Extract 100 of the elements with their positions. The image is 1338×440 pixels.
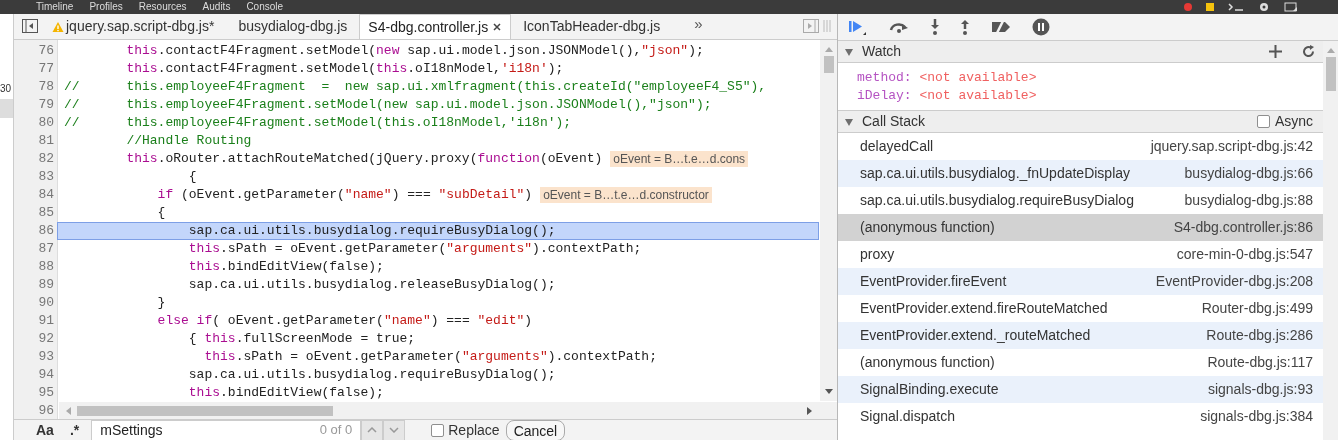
line-number[interactable]: 89	[14, 276, 57, 294]
code-line: this.sPath = oEvent.getParameter("arguments").contextPath;	[187, 240, 642, 258]
panel-tab[interactable]: Audits	[202, 1, 231, 13]
dock-icon[interactable]	[1284, 2, 1298, 12]
vertical-scrollbar[interactable]	[820, 40, 837, 401]
editor-tab[interactable]: jquery.sap.script-dbg.js*	[40, 14, 227, 39]
line-number[interactable]: 92	[14, 330, 57, 348]
replace-checkbox[interactable]	[431, 423, 445, 437]
call-frame[interactable]: SignalBinding.execute signals-dbg.js:93	[838, 376, 1323, 403]
frame-location[interactable]: busydialog-dbg.js:88	[1184, 190, 1313, 211]
caret-up-icon	[367, 427, 378, 433]
code-line: {	[156, 204, 166, 222]
line-number[interactable]: 87	[14, 240, 57, 258]
watch-expression[interactable]: method: <not available>	[857, 69, 1323, 87]
line-number[interactable]: 78	[14, 78, 57, 96]
scrollbar-thumb[interactable]	[823, 56, 834, 73]
match-case-toggle[interactable]: Aa	[36, 419, 54, 440]
frame-location[interactable]: Router-dbg.js:499	[1201, 298, 1313, 319]
code-line: //Handle Routing	[125, 132, 252, 150]
frame-location[interactable]: signals-dbg.js:93	[1207, 379, 1313, 400]
async-checkbox[interactable]	[1256, 115, 1270, 128]
line-number[interactable]: 77	[14, 60, 57, 78]
line-number[interactable]: 83	[14, 168, 57, 186]
resume-icon[interactable]	[848, 19, 868, 35]
search-field[interactable]: mSettings 0 of 0	[91, 419, 362, 440]
frame-location[interactable]: S4-dbg.controller.js:86	[1173, 217, 1313, 238]
call-frame[interactable]: (anonymous function) S4-dbg.controller.js:86	[838, 214, 1323, 241]
step-over-icon[interactable]	[888, 20, 910, 34]
close-icon[interactable]	[492, 22, 503, 32]
frame-location[interactable]: core-min-0-dbg.js:547	[1176, 244, 1313, 265]
add-icon[interactable]	[1269, 45, 1282, 58]
navigator-text: 30	[0, 82, 13, 96]
expanded-triangle-icon[interactable]	[844, 46, 854, 57]
line-number[interactable]: 95	[14, 384, 57, 402]
code-line: { this.fullScreenMode = true;	[187, 330, 416, 348]
line-number[interactable]: 88	[14, 258, 57, 276]
refresh-icon[interactable]	[1302, 45, 1315, 58]
frame-location[interactable]: jquery.sap.script-dbg.js:42	[1150, 136, 1313, 157]
console-icon[interactable]	[1228, 3, 1244, 11]
line-number[interactable]: 90	[14, 294, 57, 312]
pause-icon[interactable]	[1032, 18, 1050, 36]
line-number[interactable]: 80	[14, 114, 57, 132]
call-stack-header[interactable]: Call Stack Async	[838, 111, 1323, 133]
step-out-icon[interactable]	[960, 19, 970, 35]
code-line: // this.employeeF4Fragment.setModel(new sap.ui.model.json.JSONModel(),"json");	[63, 96, 712, 114]
panel-tab[interactable]: Timeline	[36, 1, 74, 13]
call-frame[interactable]: sap.ca.ui.utils.busydialog._fnUpdateDisplay busydialog-dbg.js:66	[838, 160, 1323, 187]
editor-tab[interactable]: S4-dbg.controller.js	[359, 14, 512, 39]
async-label[interactable]: Async	[1274, 111, 1313, 132]
frame-location[interactable]: busydialog-dbg.js:66	[1184, 163, 1313, 184]
frame-location[interactable]: Route-dbg.js:117	[1207, 352, 1313, 373]
deactivate-breakpoints-icon[interactable]	[990, 19, 1012, 35]
code-line: {	[187, 168, 197, 186]
code-line: this.contactF4Fragment.setModel(this.oI18nModel,'i18n');	[125, 60, 564, 78]
regex-toggle[interactable]: .*	[69, 419, 80, 440]
settings-icon[interactable]	[1258, 2, 1270, 12]
replace-label[interactable]: Replace	[448, 419, 500, 440]
watch-expression[interactable]: iDelay: <not available>	[857, 87, 1323, 105]
frame-location[interactable]: EventProvider-dbg.js:208	[1155, 271, 1313, 292]
line-number[interactable]: 94	[14, 366, 57, 384]
frame-location[interactable]: signals-dbg.js:384	[1200, 406, 1313, 427]
scrollbar-thumb[interactable]	[1325, 57, 1336, 91]
code-line: }	[156, 294, 166, 312]
cancel-button[interactable]: Cancel	[505, 419, 566, 440]
panel-tab[interactable]: Console	[246, 1, 284, 13]
code-line: this.bindEditView(false);	[187, 384, 384, 402]
horizontal-scrollbar[interactable]	[59, 402, 837, 419]
toggle-debugger-icon[interactable]	[803, 19, 819, 33]
line-number[interactable]: 76	[14, 42, 57, 60]
watch-header[interactable]: Watch	[838, 41, 1323, 63]
more-tabs-button[interactable]: »	[694, 12, 703, 35]
line-number[interactable]: 82	[14, 150, 57, 168]
line-number[interactable]: 85	[14, 204, 57, 222]
error-icon	[1184, 3, 1192, 11]
line-number[interactable]: 91	[14, 312, 57, 330]
scroll-down-icon[interactable]	[824, 389, 833, 395]
line-number[interactable]: 84	[14, 186, 57, 204]
scrollbar-thumb[interactable]	[77, 405, 333, 416]
line-number[interactable]: 96	[14, 402, 57, 420]
step-into-icon[interactable]	[930, 19, 940, 35]
panel-tab[interactable]: Profiles	[89, 1, 123, 13]
editor-tab[interactable]: busydialog-dbg.js	[226, 14, 360, 39]
vertical-scrollbar[interactable]	[1323, 41, 1338, 440]
line-number[interactable]: 81	[14, 132, 57, 150]
match-count: 0 of 0	[319, 421, 353, 440]
editor-tab[interactable]: IconTabHeader-dbg.js	[511, 14, 673, 39]
panel-tab[interactable]: Resources	[138, 1, 187, 13]
call-frame[interactable]: EventProvider.fireEvent EventProvider-dbg.js:208	[838, 268, 1323, 295]
expanded-triangle-icon[interactable]	[844, 116, 854, 127]
line-number[interactable]: 79	[14, 96, 57, 114]
line-number[interactable]: 93	[14, 348, 57, 366]
frame-location[interactable]: Route-dbg.js:286	[1206, 325, 1313, 346]
line-number[interactable]: 86	[14, 222, 57, 240]
code-line: this.oRouter.attachRouteMatched(jQuery.proxy(function(oEvent)	[125, 150, 603, 168]
code-line: else if( oEvent.getParameter("name") === "edit")	[156, 312, 533, 330]
call-frame[interactable]: EventProvider.extend._routeMatched Route-dbg.js:286	[838, 322, 1323, 349]
toggle-navigator-icon[interactable]	[22, 19, 38, 33]
scroll-right-icon[interactable]	[807, 406, 813, 415]
inline-value: oEvent = B…t.e…d.cons	[610, 151, 749, 167]
code-line: // this.employeeF4Fragment = new sap.ui.xmlfragment(this.createId("employeeF4_S5"),	[63, 78, 767, 96]
